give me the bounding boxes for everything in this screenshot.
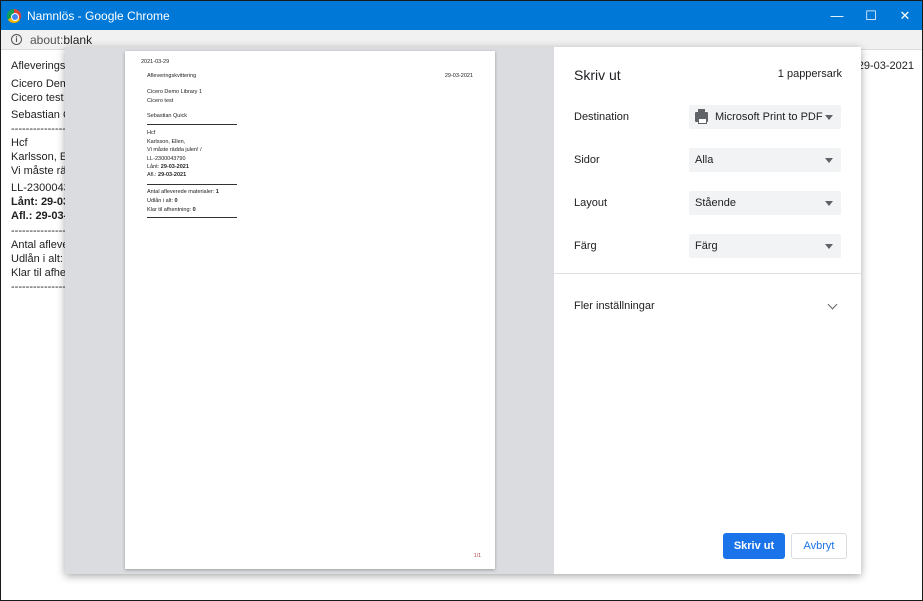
preview-item-title: Vi måste rädda julen! /: [147, 147, 202, 153]
page-line: Hcf: [11, 137, 28, 149]
maximize-button[interactable]: ☐: [854, 1, 888, 30]
preview-lent: Lånt: 29-03-2021: [147, 164, 189, 170]
title-bar: Namnlös - Google Chrome — ☐ ✕: [1, 1, 922, 30]
dropdown-arrow-icon: [825, 158, 833, 163]
layout-value: Stående: [695, 197, 736, 209]
preview-ready: Klar til afhentning: 0: [147, 207, 196, 213]
page-line: -----------------: [11, 123, 74, 135]
preview-divider: [147, 124, 237, 125]
dropdown-arrow-icon: [825, 201, 833, 206]
destination-value: Microsoft Print to PDF: [715, 111, 823, 123]
preview-doc-date: 29-03-2021: [444, 73, 473, 79]
preview-author: Karlsson, Ellen,: [147, 139, 186, 145]
settings-divider: [554, 273, 861, 274]
chrome-logo-icon: [7, 8, 21, 23]
preview-header-date: 2021-03-29: [141, 59, 170, 65]
preview-barcode: LL-2300043790: [147, 156, 186, 162]
print-settings-panel: Skriv ut 1 pappersark Destination Micros…: [554, 47, 861, 574]
preview-divider: [147, 217, 237, 218]
sheet-count: 1 pappersark: [777, 68, 842, 80]
page-line: -----------------: [11, 281, 74, 293]
preview-branch: Cicero test: [147, 98, 174, 104]
page-line: Cicero test: [11, 92, 64, 104]
color-select[interactable]: Färg: [689, 234, 841, 258]
preview-divider: [147, 184, 237, 185]
window-controls: — ☐ ✕: [820, 1, 922, 30]
preview-count: Antal afleverede materialer: 1: [147, 189, 219, 195]
printer-icon: [695, 109, 708, 124]
preview-loans: Udlån i alt: 0: [147, 198, 178, 204]
page-line: Udlån i alt: 0: [11, 253, 73, 265]
dropdown-arrow-icon: [825, 244, 833, 249]
preview-page-number: 1/1: [474, 553, 481, 559]
more-settings-toggle[interactable]: Fler inställningar: [574, 296, 841, 316]
close-button[interactable]: ✕: [888, 1, 922, 30]
print-button[interactable]: Skriv ut: [723, 533, 785, 559]
page-date: 29-03-2021: [857, 60, 914, 72]
pages-value: Alla: [695, 154, 714, 166]
more-settings-label: Fler inställningar: [574, 300, 655, 312]
preview-user: Sebastian Quick: [147, 113, 188, 119]
print-title: Skriv ut: [574, 67, 621, 83]
dropdown-arrow-icon: [825, 115, 833, 120]
pages-label: Sidor: [574, 154, 600, 166]
destination-select[interactable]: Microsoft Print to PDF: [689, 105, 841, 129]
preview-returned: Afl.: 29-03-2021: [147, 172, 187, 178]
page-line: -----------------: [11, 225, 74, 237]
chevron-down-icon: [827, 299, 838, 309]
preview-page: 2021-03-29 Afleveringskvittering 29-03-2…: [125, 51, 495, 569]
print-dialog: 2021-03-29 Afleveringskvittering 29-03-2…: [65, 47, 861, 574]
preview-library: Cicero Demo Library 1: [147, 89, 203, 95]
minimize-button[interactable]: —: [820, 1, 854, 30]
cancel-button[interactable]: Avbryt: [791, 533, 847, 559]
destination-label: Destination: [574, 111, 630, 123]
info-icon[interactable]: i: [11, 34, 22, 45]
url-text[interactable]: about:blank: [30, 33, 92, 47]
color-label: Färg: [574, 240, 597, 252]
preview-doc-title: Afleveringskvittering: [147, 73, 197, 79]
layout-label: Layout: [574, 197, 608, 209]
preview-item-code: Hcf: [147, 130, 156, 136]
color-value: Färg: [695, 240, 718, 252]
layout-select[interactable]: Stående: [689, 191, 841, 215]
pages-select[interactable]: Alla: [689, 148, 841, 172]
print-preview-area[interactable]: 2021-03-29 Afleveringskvittering 29-03-2…: [65, 47, 554, 574]
chrome-window: Namnlös - Google Chrome — ☐ ✕ i about:bl…: [0, 0, 923, 601]
window-title: Namnlös - Google Chrome: [27, 8, 170, 23]
